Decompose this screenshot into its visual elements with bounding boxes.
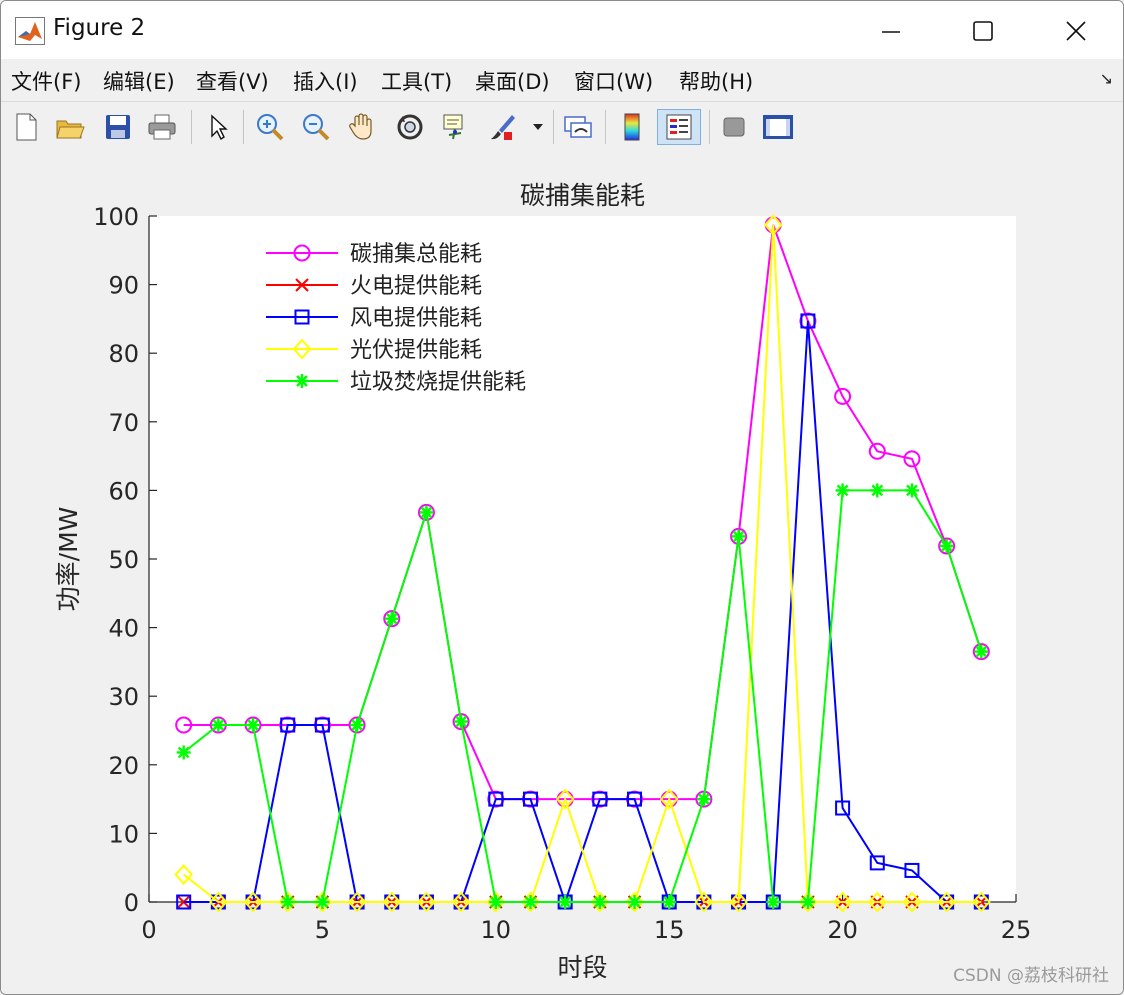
menu-tools[interactable]: 工具(T)	[381, 66, 452, 96]
edit-plot-arrow-icon[interactable]	[201, 109, 235, 145]
close-icon	[1066, 21, 1086, 41]
menu-edit[interactable]: 编辑(E)	[103, 66, 175, 96]
legend-label: 火电提供能耗	[350, 274, 482, 299]
rotate-3d-icon[interactable]	[393, 109, 427, 145]
data-point-s5	[731, 529, 746, 544]
window-title: Figure 2	[53, 15, 146, 41]
legend-marker	[295, 374, 309, 388]
y-tick-label: 80	[108, 340, 139, 368]
figure-window: Figure 2 文件(F) 编辑(E) 查看(V) 插入(I) 工具(T) 桌…	[0, 0, 1124, 995]
data-cursor-icon[interactable]	[439, 109, 473, 145]
y-tick-label: 40	[108, 615, 139, 643]
y-tick-label: 60	[108, 477, 139, 505]
data-point-s5	[315, 895, 330, 909]
y-tick-label: 0	[124, 889, 139, 917]
data-point-s5	[211, 718, 226, 733]
data-point-s5	[939, 538, 954, 553]
menu-file[interactable]: 文件(F)	[11, 66, 81, 96]
data-point-s5	[627, 895, 642, 909]
x-tick-label: 15	[654, 916, 685, 944]
x-tick-label: 25	[1001, 916, 1032, 944]
title-bar: Figure 2	[1, 1, 1123, 59]
y-tick-label: 70	[108, 409, 139, 437]
matlab-icon	[15, 17, 45, 45]
data-point-s5	[176, 745, 191, 760]
y-tick-label: 10	[108, 820, 139, 848]
y-axis-label: 功率/MW	[54, 507, 83, 612]
y-tick-label: 90	[108, 272, 139, 300]
toolbar	[1, 101, 1123, 153]
menu-bar: 文件(F) 编辑(E) 查看(V) 插入(I) 工具(T) 桌面(D) 窗口(W…	[1, 59, 1123, 101]
y-tick-label: 50	[108, 546, 139, 574]
line-chart: 碳捕集能耗 0 5 10 15 20 25 0 10 20 30 40 50 60 70 80 90 100 时段 功…	[54, 181, 1032, 982]
menu-window[interactable]: 窗口(W)	[574, 66, 653, 96]
close-button[interactable]	[1054, 13, 1098, 49]
y-tick-label: 30	[108, 683, 139, 711]
x-tick-label: 10	[481, 916, 512, 944]
legend-label: 风电提供能耗	[350, 306, 482, 331]
link-plot-icon[interactable]	[561, 109, 595, 145]
save-icon[interactable]	[101, 109, 135, 145]
print-icon[interactable]	[145, 109, 179, 145]
dock-arrow-icon[interactable]: ↘	[1100, 69, 1113, 88]
data-point-s5	[974, 644, 989, 659]
menu-help[interactable]: 帮助(H)	[679, 66, 753, 96]
data-point-s5	[488, 895, 503, 909]
maximize-icon	[973, 21, 993, 41]
data-point-s5	[558, 895, 573, 909]
y-tick-label: 20	[108, 752, 139, 780]
data-point-s5	[835, 483, 850, 498]
data-point-s5	[454, 714, 469, 729]
new-figure-icon[interactable]	[9, 109, 43, 145]
minimize-icon	[882, 31, 900, 33]
watermark: CSDN @荔枝科研社	[953, 966, 1109, 986]
x-tick-label: 0	[141, 916, 156, 944]
data-point-s5	[766, 895, 781, 909]
zoom-out-icon[interactable]	[299, 109, 333, 145]
colorbar-icon[interactable]	[615, 109, 649, 145]
data-point-s5	[350, 718, 365, 733]
data-point-s5	[246, 718, 261, 733]
y-tick-label: 100	[93, 203, 139, 231]
data-point-s5	[870, 483, 885, 498]
hide-plot-tools-icon[interactable]	[717, 109, 751, 145]
chart-title: 碳捕集能耗	[520, 181, 645, 210]
menu-insert[interactable]: 插入(I)	[293, 66, 358, 96]
figure-area: 碳捕集能耗 0 5 10 15 20 25 0 10 20 30 40 50 60 70 80 90 100 时段 功…	[1, 152, 1123, 994]
data-point-s5	[523, 895, 538, 909]
data-point-s5	[419, 505, 434, 520]
legend-label: 碳捕集总能耗	[350, 242, 482, 267]
brush-dropdown-icon[interactable]	[529, 109, 547, 145]
data-point-s5	[384, 611, 399, 626]
legend-label: 垃圾焚烧提供能耗	[350, 370, 526, 395]
data-point-s5	[800, 895, 815, 909]
zoom-in-icon[interactable]	[253, 109, 287, 145]
open-file-icon[interactable]	[53, 109, 87, 145]
data-point-s5	[696, 792, 711, 807]
data-point-s5	[662, 895, 677, 909]
x-tick-label: 20	[827, 916, 858, 944]
menu-desktop[interactable]: 桌面(D)	[475, 66, 550, 96]
data-point-s5	[904, 483, 919, 498]
maximize-button[interactable]	[961, 13, 1005, 49]
menu-view[interactable]: 查看(V)	[196, 66, 269, 96]
data-point-s5	[280, 895, 295, 909]
show-plot-tools-icon[interactable]	[761, 109, 795, 145]
data-point-s5	[592, 895, 607, 909]
legend-label: 光伏提供能耗	[350, 338, 482, 363]
minimize-button[interactable]	[869, 13, 913, 49]
x-axis-label: 时段	[557, 953, 607, 982]
pan-hand-icon[interactable]	[345, 109, 379, 145]
x-tick-label: 5	[315, 916, 330, 944]
brush-icon[interactable]	[485, 109, 519, 145]
legend-icon[interactable]	[657, 109, 701, 145]
